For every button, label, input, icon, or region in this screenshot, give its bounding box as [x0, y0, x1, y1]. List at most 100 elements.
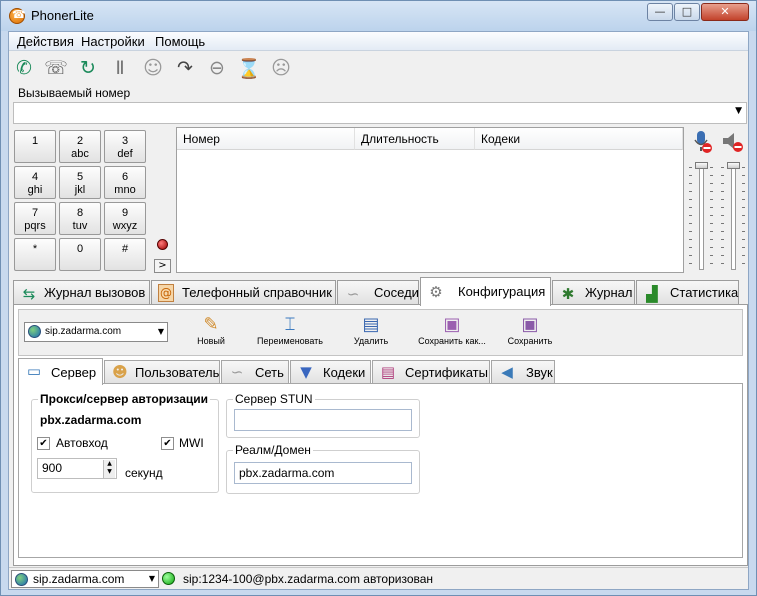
realm-input[interactable]: pbx.zadarma.com — [234, 462, 412, 484]
tab-configuration[interactable]: ⚙ Конфигурация — [420, 277, 551, 306]
config-subtabs: ▭ Сервер ☻ Пользователь ∽ Сеть ▼ Кодеки … — [18, 358, 743, 385]
server-icon: ▭ — [26, 361, 42, 380]
network-icon: ∽ — [230, 362, 244, 381]
hangup-icon[interactable]: ☏ — [44, 56, 68, 80]
key-letters: ghi — [27, 184, 43, 196]
server-settings-panel: Прокси/сервер авторизации pbx.zadarma.co… — [18, 383, 743, 558]
close-button[interactable]: ✕ — [701, 3, 749, 21]
keypad-more-button[interactable]: > — [154, 259, 171, 273]
chevron-down-icon: ▼ — [148, 574, 155, 583]
new-account-button[interactable]: ✎ Новый — [191, 314, 231, 346]
key-7[interactable]: 7 pqrs — [14, 202, 56, 235]
menu-settings[interactable]: Настройки — [81, 34, 145, 49]
tab-log[interactable]: ✱ Журнал — [552, 280, 635, 305]
new-account-label: Новый — [197, 336, 225, 346]
key-digit: 7 — [31, 207, 39, 219]
key-8[interactable]: 8 tuv — [59, 202, 101, 235]
mute-icon[interactable]: ☹ — [269, 56, 293, 80]
stun-input[interactable] — [234, 409, 412, 431]
microphone-muted-icon[interactable] — [691, 130, 713, 154]
subtab-user[interactable]: ☻ Пользователь — [104, 360, 220, 384]
tab-call-log[interactable]: ⇆ Журнал вызовов — [13, 280, 150, 305]
tab-label: Статистика — [670, 285, 739, 300]
redial-icon[interactable]: ↻ — [76, 56, 100, 80]
rename-account-button[interactable]: ⌶ Переименовать — [254, 314, 326, 346]
tab-statistics[interactable]: ▟ Статистика — [636, 280, 739, 305]
key-4[interactable]: 4 ghi — [14, 166, 56, 199]
subtab-certificates[interactable]: ▤ Сертификаты — [372, 360, 490, 384]
spinner-arrows-icon[interactable]: ▲ ▼ — [103, 460, 115, 478]
save-button[interactable]: ▣ Сохранить — [503, 314, 557, 346]
call-log-icon: ⇆ — [22, 285, 36, 303]
reject-icon[interactable]: ⊖ — [205, 56, 229, 80]
active-calls-table[interactable]: Номер Длительность Кодеки — [176, 127, 684, 273]
user-icon: ☻ — [112, 362, 128, 381]
forward-icon[interactable]: ↷ — [173, 56, 197, 80]
key-5[interactable]: 5 jkl — [59, 166, 101, 199]
mic-ticks-right — [710, 167, 713, 270]
account-select-value: sip.zadarma.com — [45, 326, 122, 337]
save-as-button[interactable]: ▣ Сохранить как... — [413, 314, 491, 346]
mwi-checkbox[interactable]: ✔ — [161, 437, 174, 450]
callback-icon[interactable]: ⌛ — [237, 56, 261, 80]
maximize-button[interactable]: □ — [674, 3, 700, 21]
key-digit: 1 — [31, 135, 39, 147]
key-star[interactable]: * — [14, 238, 56, 271]
speaker-muted-icon[interactable] — [721, 130, 745, 154]
account-select[interactable]: sip.zadarma.com ▼ — [24, 322, 168, 342]
mic-volume-slider[interactable] — [699, 167, 704, 270]
registration-status-icon — [162, 572, 175, 585]
gear-icon: ⚙ — [429, 283, 443, 301]
called-number-input[interactable]: ▼ — [13, 102, 747, 124]
conference-icon[interactable]: ☺ — [141, 56, 165, 80]
interval-spinner[interactable]: 900 ▲ ▼ — [37, 458, 117, 479]
realm-label: Реалм/Домен — [233, 443, 313, 457]
menu-bar: Действия Настройки Помощь — [9, 32, 748, 51]
key-digit: 4 — [31, 171, 39, 183]
globe-icon — [15, 573, 28, 586]
filter-icon: ▼ — [300, 362, 312, 381]
proxy-group: Прокси/сервер авторизации pbx.zadarma.co… — [31, 392, 219, 493]
phonebook-icon: @ — [158, 284, 174, 302]
subtab-codecs[interactable]: ▼ Кодеки — [290, 360, 371, 384]
title-bar[interactable]: PhonerLite — □ ✕ — [1, 1, 756, 31]
subtab-server[interactable]: ▭ Сервер — [18, 358, 103, 385]
proxy-input[interactable]: pbx.zadarma.com — [36, 410, 212, 432]
mic-volume-thumb[interactable] — [695, 162, 708, 169]
column-header-duration[interactable]: Длительность — [355, 128, 475, 150]
autologin-checkbox[interactable]: ✔ — [37, 437, 50, 450]
rename-account-label: Переименовать — [257, 336, 323, 346]
chevron-down-icon[interactable]: ▼ — [735, 106, 742, 116]
call-icon[interactable]: ✆ — [12, 56, 36, 80]
globe-icon — [28, 325, 41, 338]
key-9[interactable]: 9 wxyz — [104, 202, 146, 235]
tab-phonebook[interactable]: @ Телефонный справочник — [151, 280, 336, 305]
subtab-label: Сертификаты — [405, 365, 488, 380]
subtab-network[interactable]: ∽ Сеть — [221, 360, 289, 384]
key-0[interactable]: 0 — [59, 238, 101, 271]
new-icon: ✎ — [203, 314, 219, 335]
key-3[interactable]: 3 def — [104, 130, 146, 163]
key-6[interactable]: 6 mno — [104, 166, 146, 199]
column-header-number[interactable]: Номер — [177, 128, 355, 150]
delete-account-button[interactable]: ▤ Удалить — [349, 314, 393, 346]
record-led-icon[interactable] — [157, 239, 168, 250]
menu-help[interactable]: Помощь — [155, 34, 205, 49]
subtab-sound[interactable]: ◀ Звук — [491, 360, 555, 384]
called-number-label: Вызываемый номер — [18, 86, 131, 100]
key-digit: 2 — [76, 135, 84, 147]
status-account-select[interactable]: sip.zadarma.com ▼ — [11, 570, 159, 588]
speaker-volume-slider[interactable] — [731, 167, 736, 270]
speaker-volume-thumb[interactable] — [727, 162, 740, 169]
key-letters: pqrs — [24, 220, 46, 232]
trash-icon: ▤ — [362, 314, 380, 335]
tab-neighbors[interactable]: ∽ Соседи — [337, 280, 419, 305]
hold-icon[interactable]: Ⅱ — [108, 56, 132, 80]
column-header-codecs[interactable]: Кодеки — [475, 128, 683, 150]
key-2[interactable]: 2 abc — [59, 130, 101, 163]
mwi-label: MWI — [179, 436, 204, 450]
minimize-button[interactable]: — — [647, 3, 673, 21]
menu-actions[interactable]: Действия — [17, 34, 74, 49]
key-hash[interactable]: # — [104, 238, 146, 271]
key-1[interactable]: 1 — [14, 130, 56, 163]
